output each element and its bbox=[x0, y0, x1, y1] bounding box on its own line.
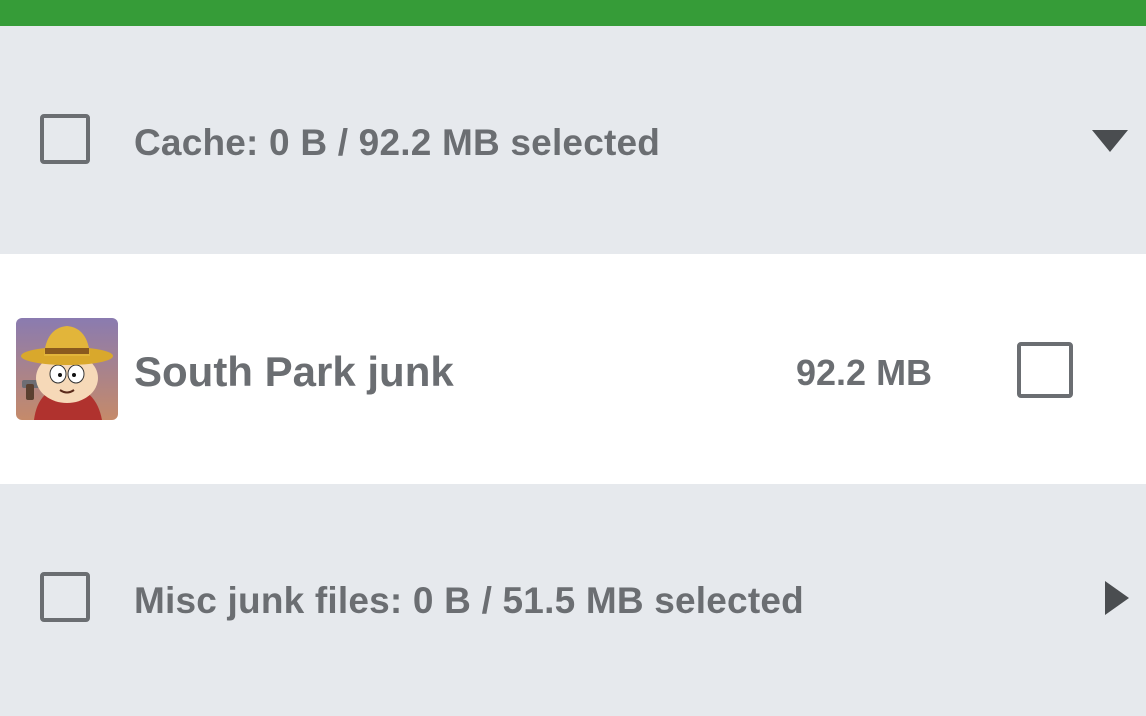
cache-group-header[interactable]: Cache: 0 B / 92.2 MB selected bbox=[0, 26, 1146, 254]
expand-triangle-right-icon[interactable] bbox=[1105, 581, 1129, 615]
cache-group-checkbox[interactable] bbox=[40, 114, 90, 164]
collapse-triangle-down-icon[interactable] bbox=[1092, 130, 1128, 152]
item-checkbox[interactable] bbox=[1017, 342, 1073, 398]
misc-junk-group-label: Misc junk files: 0 B / 51.5 MB selected bbox=[134, 580, 804, 621]
misc-junk-group-checkbox[interactable] bbox=[40, 572, 90, 622]
misc-junk-group-header[interactable]: Misc junk files: 0 B / 51.5 MB selected bbox=[0, 484, 1146, 716]
item-name: South Park junk bbox=[134, 348, 454, 395]
list-item-south-park[interactable]: South Park junk 92.2 MB bbox=[0, 254, 1146, 484]
app-top-bar bbox=[0, 0, 1146, 26]
cache-group-label: Cache: 0 B / 92.2 MB selected bbox=[134, 122, 661, 163]
south-park-app-icon bbox=[16, 318, 118, 420]
item-size: 92.2 MB bbox=[796, 352, 933, 393]
